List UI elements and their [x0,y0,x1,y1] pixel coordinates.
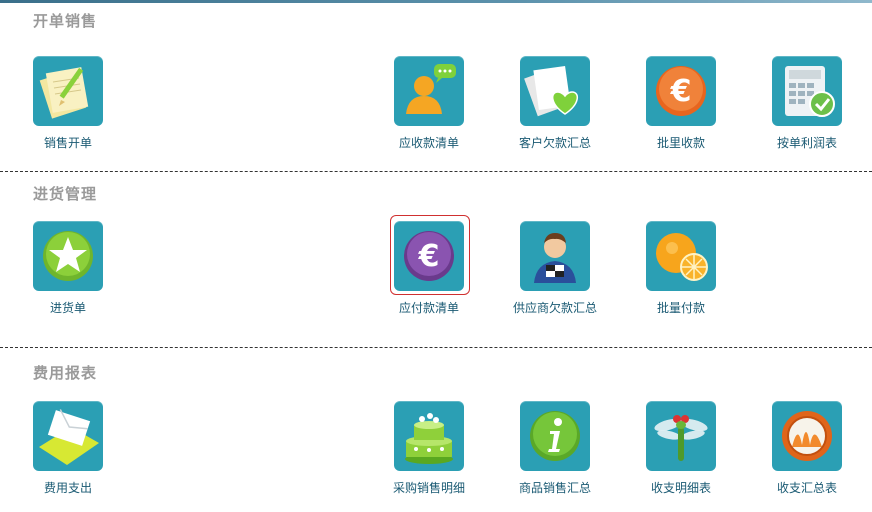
tile-label: 销售开单 [43,136,92,150]
tile-payables-list[interactable]: € 应付款清单 [379,221,479,321]
tile-product-sales-summary[interactable]: 商品销售汇总 [505,401,605,501]
tile-batch-receipt[interactable]: € 批里收款 [631,56,731,156]
svg-text:€: € [418,239,440,274]
tile-income-expense-summary[interactable]: 收支汇总表 [757,401,857,501]
tile-sales-order[interactable]: 销售开单 [18,56,118,156]
tile-label: 收支汇总表 [776,481,837,495]
tile-purchase-sales-detail[interactable]: 采购销售明细 [379,401,479,501]
tile-label: 应付款清单 [398,301,459,315]
section-title-purchasing: 进货管理 [33,185,98,203]
tile-customer-debt-summary[interactable]: 客户欠款汇总 [505,56,605,156]
tile-label: 供应商欠款汇总 [512,301,597,315]
tile-supplier-debt-summary[interactable]: 供应商欠款汇总 [505,221,605,321]
tile-label: 商品销售汇总 [518,481,591,495]
tile-receivables-list[interactable]: 应收款清单 [379,56,479,156]
tile-label: 按单利润表 [776,136,837,150]
tile-label: 收支明细表 [650,481,711,495]
tile-purchase-order[interactable]: 进货单 [18,221,118,321]
calculator-check-icon [772,56,842,126]
notepad-pencil-icon [33,56,103,126]
orange-ring-icon [772,401,842,471]
envelope-icon [33,401,103,471]
tile-label: 客户欠款汇总 [518,136,591,150]
supplier-person-icon [520,221,590,291]
top-header-bar [0,0,872,3]
section-title-expense-reports: 费用报表 [33,364,98,382]
section-divider [0,347,872,348]
dragonfly-icon [646,401,716,471]
cake-icon [394,401,464,471]
euro-coin-purple-icon: € [394,221,464,291]
green-star-icon [33,221,103,291]
section-title-sales: 开单销售 [33,12,98,30]
tile-expense-payment[interactable]: 费用支出 [18,401,118,501]
tile-label: 批量付款 [656,301,705,315]
euro-coin-orange-icon: € [646,56,716,126]
svg-text:€: € [670,74,692,109]
tile-label: 应收款清单 [398,136,459,150]
section-divider [0,171,872,172]
tile-label: 费用支出 [43,481,92,495]
tile-order-profit-report[interactable]: 按单利润表 [757,56,857,156]
oranges-icon [646,221,716,291]
user-chat-icon [394,56,464,126]
papers-heart-icon [520,56,590,126]
tile-label: 批里收款 [656,136,705,150]
tile-label: 进货单 [49,301,86,315]
tile-batch-payment[interactable]: 批量付款 [631,221,731,321]
tile-label: 采购销售明细 [392,481,465,495]
info-green-icon [520,401,590,471]
tile-income-expense-detail[interactable]: 收支明细表 [631,401,731,501]
